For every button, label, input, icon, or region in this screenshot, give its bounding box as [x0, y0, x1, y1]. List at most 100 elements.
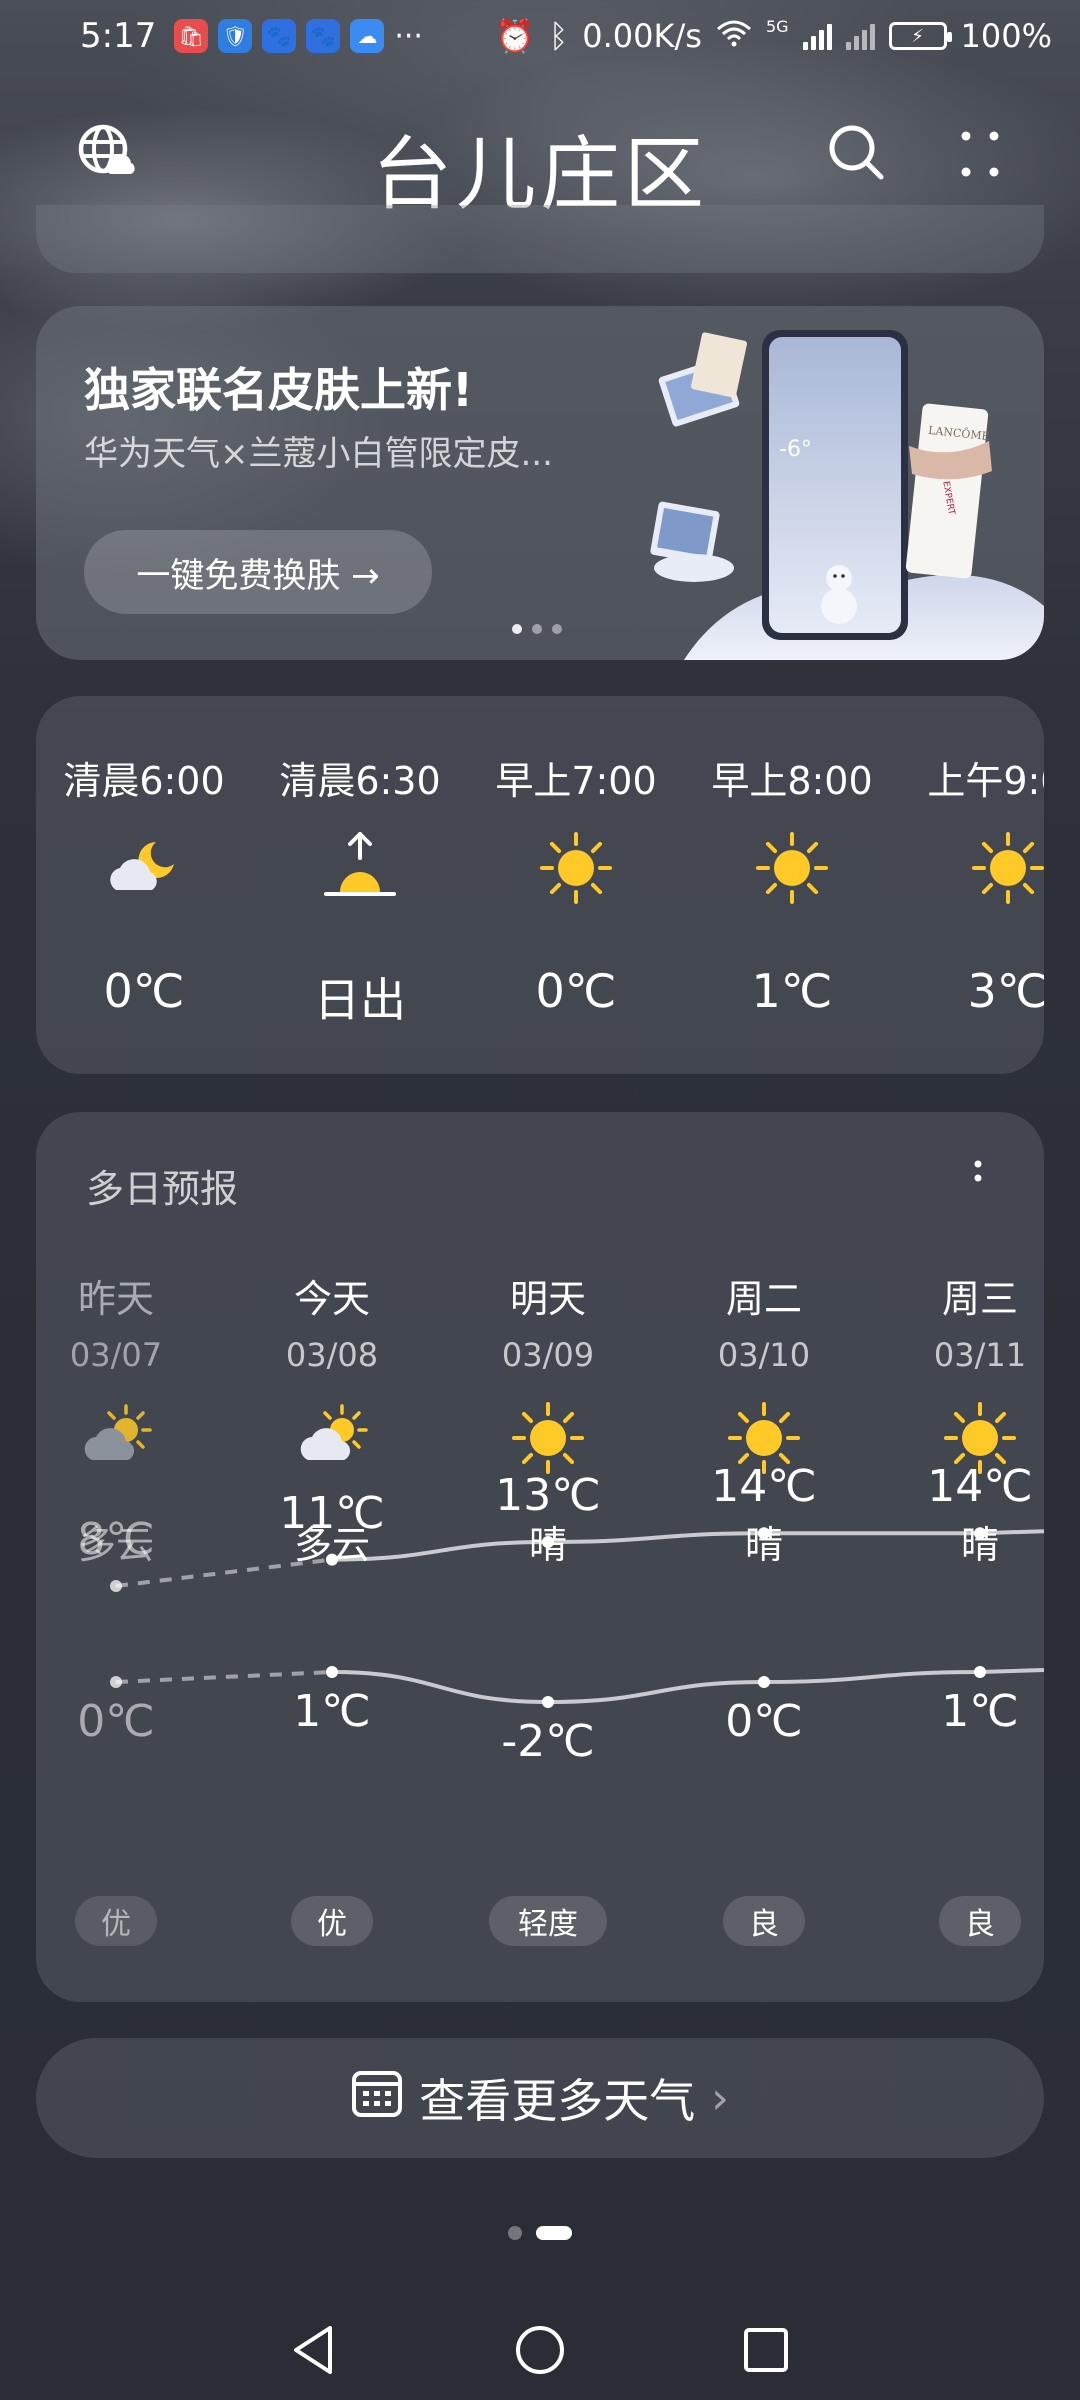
low-temp-point [326, 1666, 338, 1678]
air-quality-badge: 优 [291, 1896, 373, 1946]
hourly-time: 清晨6:30 [279, 759, 441, 803]
hourly-time: 早上8:00 [711, 759, 873, 803]
partly-cloudy-icon [76, 1398, 156, 1478]
sun-icon [752, 828, 832, 908]
day-name: 周二 [725, 1277, 802, 1321]
day-condition: 晴 [744, 1523, 783, 1567]
day-condition: 晴 [528, 1523, 567, 1567]
chevron-right-icon: › [711, 2072, 729, 2124]
search-icon[interactable] [826, 122, 886, 182]
calendar-icon [351, 2067, 403, 2130]
back-icon[interactable] [286, 2322, 342, 2378]
hourly-value: 日出 [314, 973, 406, 1027]
moon-cloud-icon [104, 828, 184, 908]
signal-label: 5G [765, 17, 789, 36]
promo-phone-image: -6° LANCÔME UV EXPERT [650, 330, 1044, 660]
system-nav-bar [0, 2300, 1080, 2400]
day-low-temp: 0℃ [725, 1696, 803, 1747]
status-bar: 5:17 🛍 🛡 🐾 🐾 ☁ ··· ⏰ ᛒ 0.00K/s 5G ⚡ 100% [0, 0, 1080, 72]
more-notifications-icon: ··· [394, 18, 423, 54]
daily-more-icon[interactable] [968, 1158, 988, 1198]
signal-strength-icon [802, 22, 832, 50]
air-quality-badge: 良 [939, 1896, 1021, 1946]
collapsed-current-card [36, 205, 1044, 273]
day-high-temp: 8℃ [77, 1514, 155, 1565]
day-low-temp: 1℃ [293, 1686, 371, 1737]
network-speed: 0.00K/s [582, 17, 702, 55]
more-weather-label: 查看更多天气 [419, 2074, 696, 2128]
sunrise-icon [320, 828, 400, 908]
day-low-temp: 0℃ [77, 1696, 155, 1747]
day-condition: 晴 [960, 1523, 999, 1567]
promo-banner[interactable]: 独家联名皮肤上新! 华为天气×兰蔻小白管限定皮... 一键免费换肤 → -6° … [36, 306, 1044, 660]
recents-icon[interactable] [738, 2322, 794, 2378]
change-skin-button[interactable]: 一键免费换肤 → [84, 530, 432, 614]
more-menu-icon[interactable] [960, 126, 1000, 186]
high-temp-point [110, 1580, 122, 1592]
day-name: 今天 [293, 1277, 370, 1321]
low-temp-point [758, 1676, 770, 1688]
security-shield-icon: 🛡 [218, 19, 253, 53]
home-icon[interactable] [512, 2322, 568, 2378]
hourly-time: 早上7:00 [495, 759, 657, 803]
signal-strength-icon-2 [845, 22, 875, 50]
status-time: 5:17 [80, 16, 157, 56]
partly-cloudy-icon [292, 1398, 372, 1478]
hourly-time: 清晨6:00 [63, 759, 225, 803]
daily-forecast-title: 多日预报 [86, 1167, 239, 1211]
hourly-value: 0℃ [535, 964, 617, 1018]
air-quality-badge: 良 [723, 1896, 805, 1946]
air-quality-badge: 优 [75, 1896, 157, 1946]
hourly-value: 3℃ [967, 964, 1044, 1018]
banner-subtitle: 华为天气×兰蔻小白管限定皮... [84, 434, 553, 474]
day-name: 明天 [509, 1277, 586, 1321]
app-header: 台儿庄区 [0, 100, 1080, 221]
notification-icons: 🛍 🛡 🐾 🐾 ☁ ··· [174, 19, 423, 54]
day-date: 03/09 [501, 1336, 595, 1374]
day-date: 03/10 [717, 1336, 811, 1374]
banner-carousel-dots [512, 624, 562, 634]
day-high-temp: 14℃ [927, 1461, 1033, 1513]
day-date: 03/11 [933, 1336, 1027, 1374]
baidu-icon-2: 🐾 [306, 19, 341, 53]
status-right: ⏰ ᛒ 0.00K/s 5G ⚡ 100% [495, 17, 1052, 55]
promo-phone-temp: -6° [779, 437, 812, 462]
huawei-store-icon: 🛍 [174, 19, 209, 53]
cloud-app-icon: ☁ [350, 19, 385, 53]
day-low-temp: -2℃ [501, 1716, 595, 1767]
low-temp-point [974, 1666, 986, 1678]
low-temp-point [542, 1696, 554, 1708]
hourly-time: 上午9:00 [927, 759, 1044, 803]
carousel-dot [552, 624, 562, 634]
hourly-value: 1℃ [751, 964, 833, 1018]
banner-title: 独家联名皮肤上新! [84, 363, 473, 417]
day-low-temp: 1℃ [941, 1686, 1019, 1737]
page-indicator [0, 2226, 1080, 2240]
page-dot [508, 2226, 522, 2240]
sun-icon [536, 828, 616, 908]
daily-forecast-card[interactable]: 多日预报 昨天 03/07 多云 8℃ 0℃ 优 今天 03/08 多云 11℃… [36, 1112, 1044, 2002]
day-high-temp: 14℃ [711, 1461, 817, 1513]
low-temp-past-segment [115, 1670, 333, 1684]
hourly-forecast-card[interactable]: 清晨6:00 0℃ 清晨6:30 日出 早上7:00 0℃ 早上8:00 1℃ … [36, 696, 1044, 1074]
battery-icon: ⚡ [888, 22, 952, 50]
wifi-icon [716, 17, 752, 55]
page-dot [536, 2226, 572, 2240]
sun-icon [508, 1398, 588, 1478]
hourly-value: 0℃ [103, 964, 185, 1018]
alarm-icon: ⏰ [495, 17, 536, 55]
more-weather-button[interactable]: 查看更多天气 › [36, 2038, 1044, 2158]
sun-icon [968, 828, 1044, 908]
air-quality-badge: 轻度 [489, 1896, 607, 1946]
day-high-temp: 13℃ [495, 1470, 601, 1521]
carousel-dot [512, 624, 522, 634]
carousel-dot [532, 624, 542, 634]
day-date: 03/07 [69, 1336, 163, 1374]
day-date: 03/08 [285, 1336, 379, 1374]
bluetooth-icon: ᛒ [549, 17, 569, 55]
battery-percent: 100% [960, 17, 1052, 55]
day-name: 周三 [941, 1277, 1018, 1321]
day-high-temp: 11℃ [279, 1487, 385, 1539]
low-temp-point [110, 1676, 122, 1688]
day-name: 昨天 [77, 1277, 154, 1321]
